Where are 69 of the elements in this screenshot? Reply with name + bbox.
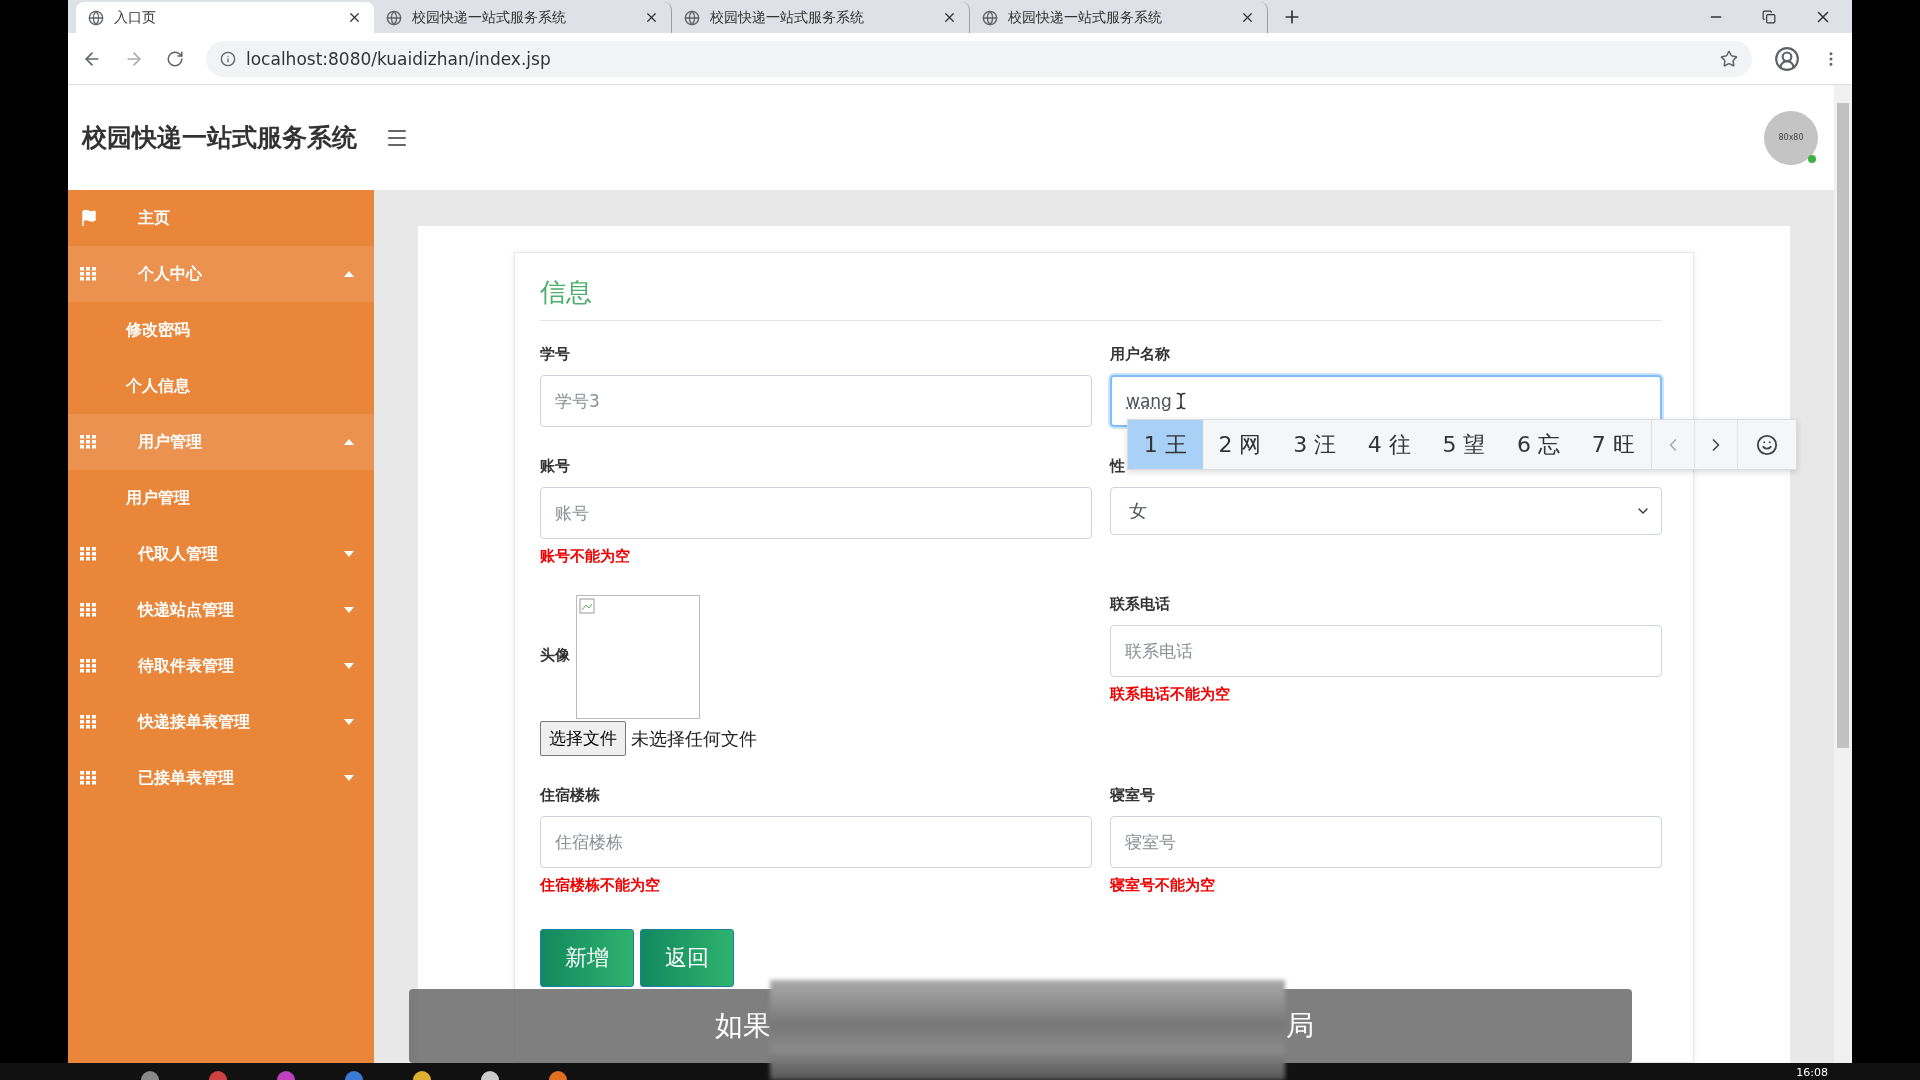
input-field[interactable]: 住宿楼栋: [540, 816, 1092, 868]
caret-icon: [344, 607, 354, 613]
star-icon[interactable]: [1720, 49, 1738, 68]
input-field[interactable]: 寝室号: [1110, 816, 1662, 868]
grid-icon: [80, 267, 96, 281]
typed-text: wang: [1126, 391, 1172, 411]
info-icon: [220, 50, 236, 67]
input-field[interactable]: 学号3: [540, 375, 1092, 427]
app-title: 校园快递一站式服务系统: [82, 122, 357, 154]
form-button[interactable]: 返回: [640, 929, 734, 987]
grid-icon: [80, 603, 96, 617]
taskbar-icon[interactable]: [140, 1070, 160, 1080]
taskbar-icon[interactable]: [412, 1070, 432, 1080]
grid-icon: [80, 715, 96, 729]
grid-icon: [80, 659, 96, 673]
grid-icon: [80, 547, 96, 561]
broken-image-icon: [579, 598, 595, 614]
close-icon[interactable]: [1240, 10, 1255, 25]
grid-icon: [80, 435, 96, 449]
reload-icon[interactable]: [166, 49, 184, 68]
flag-icon: [80, 209, 98, 227]
address-field[interactable]: localhost:8080/kuaidizhan/index.jsp: [206, 40, 1752, 77]
close-icon[interactable]: [347, 10, 362, 25]
globe-icon: [386, 9, 402, 26]
subtitle-text: 局: [1286, 1008, 1314, 1044]
field-label: 头像: [540, 646, 570, 666]
input-field[interactable]: 联系电话: [1110, 625, 1662, 677]
browser-tab[interactable]: 入口页: [76, 2, 374, 33]
close-icon[interactable]: [644, 10, 659, 25]
caret-icon: [344, 775, 354, 781]
subtitle-text: 如果: [715, 1008, 771, 1044]
field-label: 住宿楼栋: [540, 786, 601, 806]
globe-icon: [684, 9, 700, 26]
field-label: 性: [1110, 457, 1126, 477]
emoji-icon[interactable]: [1756, 433, 1779, 456]
taskbar-icon[interactable]: [480, 1070, 500, 1080]
error-message: 联系电话不能为空: [1110, 685, 1231, 703]
caret-icon: [344, 551, 354, 557]
profile-icon[interactable]: [1774, 45, 1800, 72]
field-label: 学号: [540, 345, 571, 365]
clock: 16:08: [1796, 1066, 1828, 1079]
scroll-thumb[interactable]: [1837, 103, 1849, 748]
field-label: 联系电话: [1110, 595, 1171, 615]
close-icon[interactable]: [942, 10, 957, 25]
online-dot: [1808, 154, 1816, 163]
field-label: 寝室号: [1110, 786, 1156, 806]
select-field[interactable]: 女: [1110, 487, 1662, 535]
taskbar-icon[interactable]: [548, 1070, 568, 1080]
restore-icon[interactable]: [1762, 9, 1776, 24]
caret-icon: [344, 271, 354, 277]
choose-file-button[interactable]: 选择文件: [540, 721, 626, 756]
grid-icon: [80, 771, 96, 785]
error-message: 住宿楼栋不能为空: [540, 876, 661, 894]
form-button[interactable]: 新增: [540, 929, 634, 987]
error-message: 账号不能为空: [540, 547, 631, 565]
globe-icon: [88, 9, 104, 26]
caret-icon: [344, 719, 354, 725]
field-label: 用户名称: [1110, 345, 1171, 365]
field-label: 账号: [540, 457, 571, 477]
error-message: 寝室号不能为空: [1110, 876, 1216, 894]
scrollbar[interactable]: [1834, 85, 1852, 1063]
input-field[interactable]: 账号: [540, 487, 1092, 539]
file-status: 未选择任何文件: [631, 726, 757, 751]
form-title: 信息: [540, 267, 1662, 321]
caret-icon: [344, 663, 354, 669]
caret-icon: [344, 439, 354, 445]
avatar[interactable]: 80x80: [1764, 110, 1818, 165]
ime-candidate[interactable]: 1 王: [1128, 420, 1203, 469]
globe-icon: [982, 9, 998, 26]
